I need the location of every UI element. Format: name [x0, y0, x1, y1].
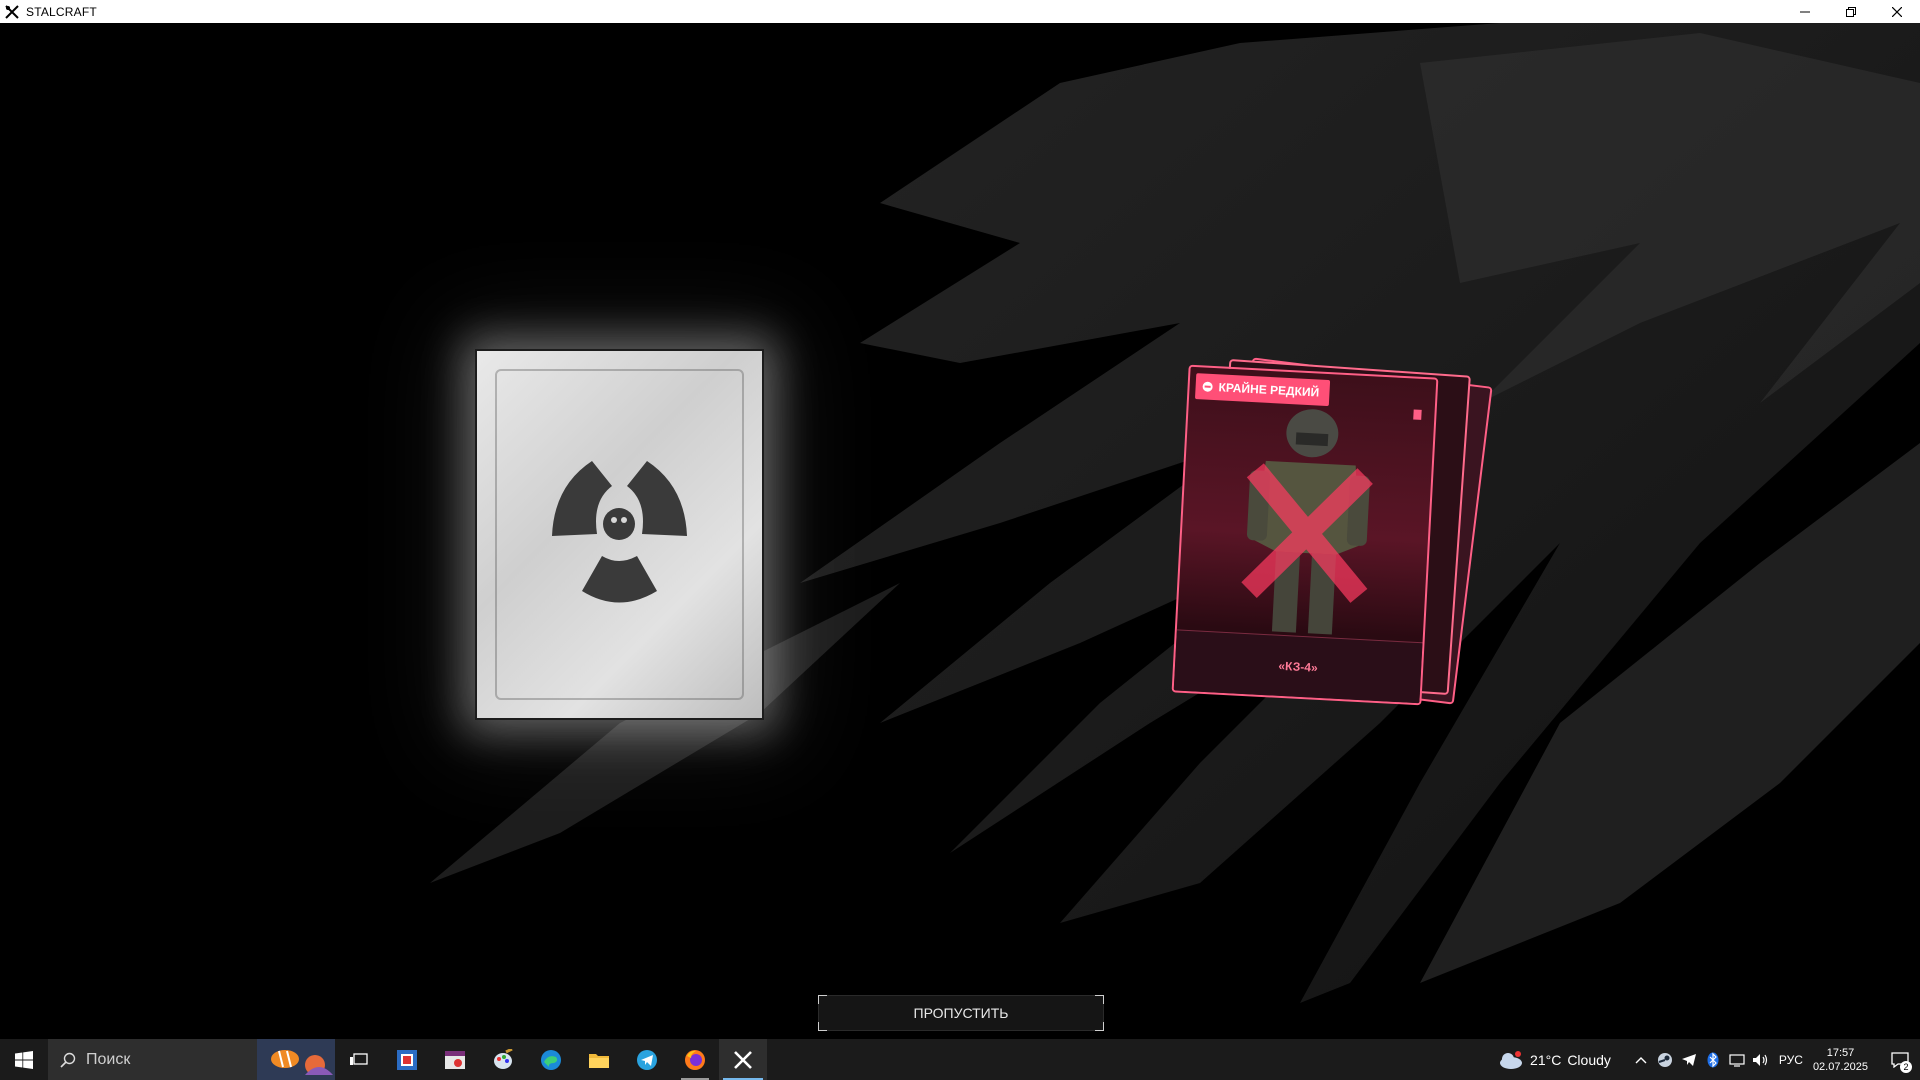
tray-network[interactable] — [1725, 1053, 1749, 1067]
task-view-button[interactable] — [335, 1039, 383, 1080]
taskbar-app-1[interactable] — [383, 1039, 431, 1080]
show-hidden-icons-button[interactable] — [1629, 1056, 1653, 1064]
armor-suit-image — [1241, 409, 1373, 635]
taskbar-explorer[interactable] — [575, 1039, 623, 1080]
weather-condition: Cloudy — [1567, 1051, 1611, 1068]
weather-widget[interactable]: 21°C Cloudy — [1498, 1050, 1611, 1070]
firefox-icon — [685, 1049, 705, 1070]
file-explorer-icon — [589, 1053, 609, 1068]
tray-steam[interactable] — [1653, 1052, 1677, 1068]
edge-icon — [541, 1049, 561, 1070]
weather-temperature: 21°C — [1530, 1051, 1562, 1068]
tray-volume[interactable] — [1749, 1053, 1773, 1067]
taskbar-telegram[interactable] — [623, 1039, 671, 1080]
reward-card[interactable]: КРАЙНЕ РЕДКИЙ «КЗ-4» — [1171, 364, 1439, 706]
tray-telegram[interactable] — [1677, 1053, 1701, 1067]
chevron-up-icon — [1635, 1056, 1647, 1063]
taskbar-stalcraft[interactable] — [719, 1039, 767, 1080]
clock[interactable]: 17:57 02.07.2025 — [1813, 1046, 1868, 1074]
bluetooth-icon — [1707, 1052, 1719, 1067]
title-bar: STALCRAFT — [0, 0, 1920, 23]
paint-icon — [494, 1048, 513, 1069]
item-name: «КЗ-4» — [1278, 658, 1319, 675]
taskbar-firefox[interactable] — [671, 1039, 719, 1080]
telegram-tray-icon — [1681, 1053, 1696, 1066]
window-controls — [1782, 0, 1920, 23]
item-name-bar: «КЗ-4» — [1173, 629, 1423, 704]
rarity-icon — [1202, 381, 1213, 392]
clock-date: 02.07.2025 — [1812, 1060, 1868, 1073]
taskbar-edge[interactable] — [527, 1039, 575, 1080]
taskbar-search[interactable]: Поиск — [48, 1039, 335, 1080]
stalcraft-logo-icon — [4, 4, 20, 20]
telegram-icon — [637, 1049, 657, 1070]
radiation-symbol-icon — [552, 461, 687, 603]
cloudy-weather-icon — [1500, 1050, 1523, 1069]
button-corner — [818, 1022, 827, 1031]
start-button[interactable] — [0, 1039, 48, 1080]
input-language[interactable]: РУС — [1779, 1053, 1803, 1067]
skip-button-label: ПРОПУСТИТЬ — [913, 1005, 1009, 1021]
taskbar-app-2[interactable] — [431, 1039, 479, 1080]
volume-icon — [1752, 1053, 1768, 1066]
skip-button[interactable]: ПРОПУСТИТЬ — [818, 995, 1104, 1031]
windows-logo-icon — [15, 1050, 33, 1069]
network-icon — [1729, 1053, 1745, 1067]
game-viewport: КРАЙНЕ РЕДКИЙ «КЗ-4» ПРОПУСТИТЬ — [0, 23, 1920, 1039]
notification-center-button[interactable]: 2 — [1880, 1039, 1920, 1080]
clock-time: 17:57 — [1826, 1046, 1855, 1059]
task-view-icon — [350, 1052, 368, 1065]
item-type-icon — [1413, 409, 1422, 420]
window-title: STALCRAFT — [26, 4, 97, 19]
app-icon — [397, 1049, 417, 1070]
rarity-label: КРАЙНЕ РЕДКИЙ — [1218, 380, 1320, 400]
notification-count: 2 — [1900, 1061, 1912, 1073]
tray-bluetooth[interactable] — [1701, 1052, 1725, 1068]
button-corner — [1095, 1022, 1104, 1031]
restore-button[interactable] — [1828, 0, 1874, 23]
brush-stroke-background — [430, 23, 1920, 1003]
button-corner — [1095, 995, 1104, 1004]
search-highlight-art — [257, 1039, 335, 1080]
close-button[interactable] — [1874, 0, 1920, 23]
calendar-app-icon — [445, 1050, 465, 1069]
steam-icon — [1657, 1052, 1672, 1067]
taskbar: Поиск 21°C Cloudy РУС 17:57 02.07.2025 2 — [0, 1039, 1920, 1080]
system-tray: 21°C Cloudy РУС 17:57 02.07.2025 2 — [1498, 1039, 1920, 1080]
search-placeholder: Поиск — [86, 1050, 131, 1068]
button-corner — [818, 995, 827, 1004]
minimize-button[interactable] — [1782, 0, 1828, 23]
reward-card-stack[interactable]: КРАЙНЕ РЕДКИЙ «КЗ-4» — [1171, 357, 1493, 721]
taskbar-app-3[interactable] — [479, 1039, 527, 1080]
search-icon — [60, 1052, 76, 1068]
card-back[interactable] — [475, 349, 764, 720]
stalcraft-icon — [734, 1050, 752, 1069]
